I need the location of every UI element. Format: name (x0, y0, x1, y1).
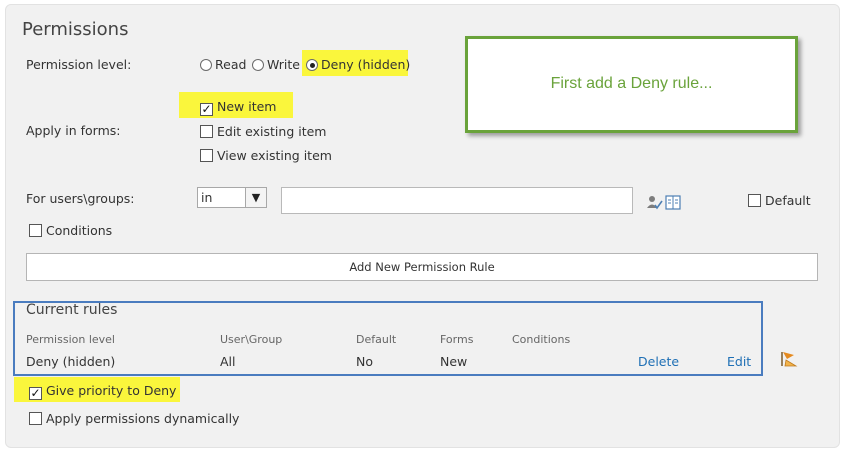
radio-read[interactable]: Read (200, 57, 246, 72)
section-title: Permissions (22, 19, 129, 40)
new-item-check[interactable]: ✓ (200, 103, 213, 116)
new-item-label: New item (217, 99, 277, 114)
apply-dynamic-label: Apply permissions dynamically (46, 411, 240, 426)
view-existing-label: View existing item (217, 148, 332, 163)
view-existing-check[interactable] (200, 149, 213, 162)
users-groups-input[interactable] (281, 187, 633, 214)
people-picker-check-icon[interactable] (647, 196, 663, 210)
priority-flag-icon[interactable] (779, 350, 799, 368)
conditions-check[interactable] (29, 224, 42, 237)
header-conditions: Conditions (512, 333, 571, 346)
users-groups-label: For users\groups: (26, 191, 135, 206)
current-rules-title: Current rules (26, 302, 118, 318)
new-item-checkbox[interactable]: ✓ New item (200, 99, 276, 116)
radio-write-label: Write (267, 57, 301, 72)
apply-dynamic-checkbox[interactable]: Apply permissions dynamically (29, 411, 239, 426)
radio-read-label: Read (215, 57, 247, 72)
apply-dynamic-check[interactable] (29, 412, 42, 425)
radio-deny-button[interactable] (306, 59, 318, 71)
header-permission-level: Permission level (26, 333, 115, 346)
radio-write-button[interactable] (252, 59, 264, 71)
callout-text: First add a Deny rule... (550, 75, 713, 92)
apply-in-forms-label: Apply in forms: (26, 123, 121, 138)
default-label: Default (765, 193, 811, 208)
delete-rule-link[interactable]: Delete (638, 354, 679, 369)
row-permission-level: Deny (hidden) (26, 354, 116, 369)
conditions-checkbox[interactable]: Conditions (29, 223, 112, 238)
address-book-icon[interactable] (665, 195, 681, 210)
permission-level-label: Permission level: (26, 57, 132, 72)
header-user-group: User\Group (220, 333, 283, 346)
edit-existing-check[interactable] (200, 125, 213, 138)
operator-select[interactable]: in ▼ (197, 187, 267, 208)
header-default: Default (356, 333, 397, 346)
edit-existing-label: Edit existing item (217, 124, 327, 139)
edit-rule-link[interactable]: Edit (727, 354, 751, 369)
give-priority-label: Give priority to Deny (46, 383, 177, 398)
row-forms: New (440, 354, 468, 369)
row-default: No (356, 354, 373, 369)
give-priority-check[interactable]: ✓ (29, 387, 42, 400)
radio-deny[interactable]: Deny (hidden) (306, 57, 410, 72)
give-priority-checkbox[interactable]: ✓ Give priority to Deny (29, 383, 176, 400)
radio-read-button[interactable] (200, 59, 212, 71)
radio-deny-label: Deny (hidden) (321, 57, 411, 72)
edit-existing-checkbox[interactable]: Edit existing item (200, 124, 326, 139)
callout-box: First add a Deny rule... (465, 36, 798, 133)
default-checkbox[interactable]: Default (748, 193, 811, 208)
people-picker-icons (647, 195, 681, 210)
conditions-label: Conditions (46, 223, 113, 238)
operator-select-value: in (201, 190, 213, 205)
row-user-group: All (220, 354, 236, 369)
chevron-down-icon[interactable]: ▼ (245, 188, 266, 207)
radio-write[interactable]: Write (252, 57, 300, 72)
add-permission-rule-button[interactable]: Add New Permission Rule (26, 253, 818, 281)
view-existing-checkbox[interactable]: View existing item (200, 148, 332, 163)
header-forms: Forms (440, 333, 474, 346)
default-check[interactable] (748, 194, 761, 207)
